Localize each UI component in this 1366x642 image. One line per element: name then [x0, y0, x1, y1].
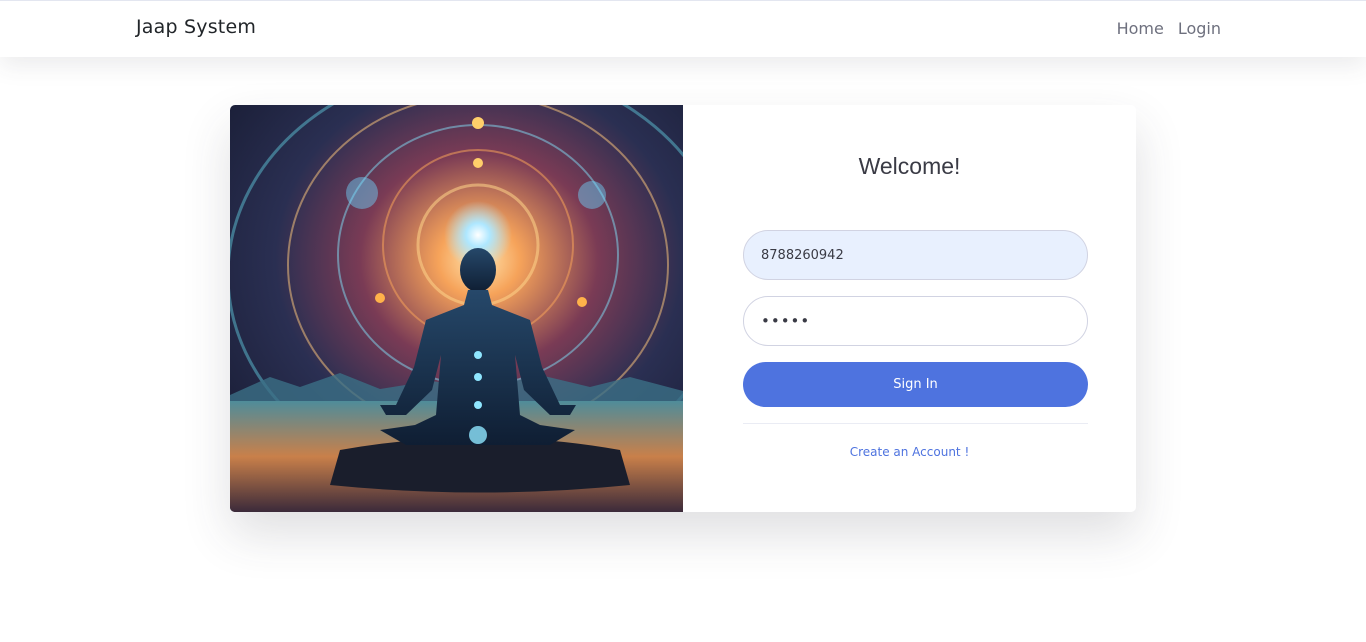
nav-link-home[interactable]: Home [1117, 19, 1164, 38]
top-navbar: Jaap System Home Login [0, 0, 1366, 57]
create-account-link[interactable]: Create an Account ! [683, 445, 1136, 459]
login-form: Welcome! Sign In Create an Account ! [683, 105, 1136, 512]
nav-links: Home Login [1117, 19, 1221, 38]
welcome-heading: Welcome! [858, 153, 961, 179]
phone-input[interactable] [743, 230, 1088, 280]
brand-link[interactable]: Jaap System [136, 16, 256, 38]
password-input[interactable] [743, 296, 1088, 346]
form-divider [743, 423, 1088, 424]
meditation-image [230, 105, 683, 512]
nav-link-login[interactable]: Login [1178, 19, 1221, 38]
sign-in-button[interactable]: Sign In [743, 362, 1088, 407]
login-card: Welcome! Sign In Create an Account ! [230, 105, 1136, 512]
